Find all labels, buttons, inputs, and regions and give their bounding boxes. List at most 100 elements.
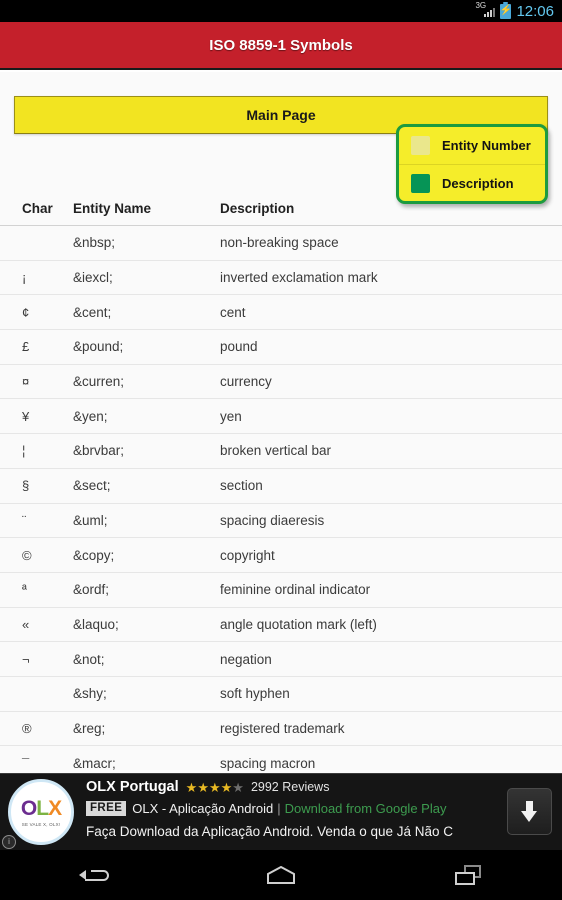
signal-bars-icon [484,8,496,17]
legend-item-entity-number[interactable]: Entity Number [399,127,545,164]
status-bar: 3G ⚡ 12:06 [0,0,562,22]
table-row[interactable]: ® &reg; registered trademark [0,712,562,747]
cell-char: £ [22,339,30,355]
olx-tagline: SE VALE X, OLX! [21,821,61,827]
olx-letter-x: X [48,796,62,820]
legend-item-label: Entity Number [442,138,531,153]
legend-popup[interactable]: Entity Number Description [396,124,548,204]
table-row[interactable]: ¦ &brvbar; broken vertical bar [0,434,562,469]
table-row[interactable]: ¥ &yen; yen [0,399,562,435]
price-badge: FREE [86,801,127,816]
back-arrow-icon [78,866,109,884]
ad-review-count: 2992 Reviews [250,780,330,794]
cell-description: inverted exclamation mark [220,270,378,286]
table-row[interactable]: ¨ &uml; spacing diaeresis [0,504,562,539]
cell-entity-name: &iexcl; [73,270,113,286]
cell-entity-name: &brvbar; [73,443,125,459]
nav-back-button[interactable] [39,850,149,900]
table-row[interactable]: ¯ &macr; spacing macron [0,746,562,773]
ad-download-button[interactable] [507,788,552,835]
status-bar-clock: 12:06 [516,2,554,20]
cell-entity-name: &copy; [73,547,115,563]
cell-description: copyright [220,547,275,563]
table-row[interactable]: ¬ &not; negation [0,642,562,677]
cell-entity-name: &cent; [73,304,112,320]
ad-subtitle-row: FREE OLX - Aplicação Android | Download … [86,801,446,816]
olx-logo-icon: OLX SE VALE X, OLX! [8,779,74,845]
cell-entity-name: &laquo; [73,616,119,632]
cell-description: section [220,478,263,494]
cell-entity-name: &reg; [73,720,106,736]
home-icon [266,865,295,884]
nav-home-button[interactable] [226,850,336,900]
cell-description: spacing diaeresis [220,512,325,528]
ad-separator: | [277,801,281,816]
cell-char: ¬ [22,651,30,667]
signal-3g-icon: 3G [475,2,496,19]
table-row[interactable]: « &laquo; angle quotation mark (left) [0,608,562,643]
checkbox-checked-icon[interactable] [411,173,430,193]
cell-char: ¤ [22,374,30,390]
system-navigation-bar [0,850,562,900]
cell-entity-name: &macr; [73,755,116,771]
table-row[interactable]: ª &ordf; feminine ordinal indicator [0,573,562,608]
battery-charging-icon: ⚡ [499,1,513,19]
ad-app-name: OLX Portugal [86,779,179,795]
cell-entity-name: &ordf; [73,582,110,598]
ad-store-link[interactable]: Download from Google Play [285,801,447,816]
symbols-table: Char Entity Name Description &nbsp; non-… [0,192,562,773]
checkbox-unchecked-icon[interactable] [411,136,430,155]
nav-recent-apps-button[interactable] [413,850,523,900]
table-row[interactable]: ¢ &cent; cent [0,295,562,331]
column-header-char: Char [22,201,53,216]
table-row[interactable]: &nbsp; non-breaking space [0,226,562,261]
ad-subtitle: OLX - Aplicação Android [132,801,274,816]
olx-letter-o: O [20,796,37,820]
main-page-button-label: Main Page [246,107,316,123]
cell-description: currency [220,374,272,390]
cell-description: broken vertical bar [220,443,332,459]
cell-entity-name: &uml; [73,512,108,528]
cell-description: non-breaking space [220,235,339,251]
cell-entity-name: &pound; [73,339,124,355]
bolt-glyph: ⚡ [499,5,513,16]
cell-description: soft hyphen [220,686,290,702]
cell-char: ¥ [22,408,30,424]
cell-char: ª [22,582,27,598]
table-row[interactable]: § &sect; section [0,469,562,504]
table-row[interactable]: ¡ &iexcl; inverted exclamation mark [0,261,562,296]
cell-char: © [22,547,32,563]
page-title: ISO 8859-1 Symbols [209,36,353,54]
cell-entity-name: &curren; [73,374,125,390]
rating-stars-icon: ★ ★ ★ ★ ★ [185,779,244,795]
table-row[interactable]: £ &pound; pound [0,330,562,365]
cell-entity-name: &yen; [73,408,108,424]
table-row[interactable]: &shy; soft hyphen [0,677,562,712]
cell-description: registered trademark [220,720,345,736]
download-arrow-icon [521,800,538,823]
cell-char: § [22,478,30,494]
olx-wordmark: OLX [20,796,62,820]
cell-description: spacing macron [220,755,316,771]
cell-entity-name: &not; [73,651,105,667]
table-row[interactable]: ¤ &curren; currency [0,365,562,400]
status-bar-icons: 3G ⚡ 12:06 [475,1,554,20]
olx-letter-l: L [36,796,49,820]
legend-item-label: Description [442,175,514,191]
table-row[interactable]: © &copy; copyright [0,538,562,573]
cell-char: ¢ [22,304,30,320]
cell-description: feminine ordinal indicator [220,582,371,598]
ad-banner[interactable]: OLX SE VALE X, OLX! i OLX Portugal ★ ★ ★ ★ ★… [0,773,562,850]
cell-char: ® [22,720,32,736]
cell-description: angle quotation mark (left) [220,616,377,632]
cell-char: « [22,616,30,632]
ad-headline-row: OLX Portugal ★ ★ ★ ★ ★ 2992 Reviews [86,779,329,795]
cell-char: ¡ [22,270,27,286]
column-header-entity-name: Entity Name [73,201,152,216]
cell-description: cent [220,304,246,320]
cell-entity-name: &sect; [73,478,111,494]
cell-description: yen [220,408,242,424]
ad-info-icon[interactable]: i [2,835,16,849]
legend-item-description[interactable]: Description [399,164,545,201]
main-content: Main Page Entity Number Description Char… [0,72,562,773]
